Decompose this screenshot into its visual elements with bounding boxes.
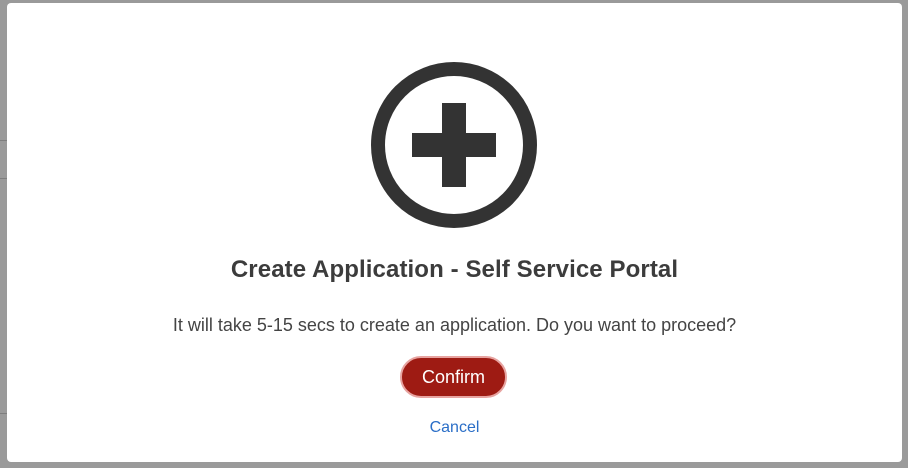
- confirm-button[interactable]: Confirm: [400, 356, 507, 398]
- cancel-link[interactable]: Cancel: [7, 419, 902, 437]
- plus-circle-icon: [371, 62, 537, 228]
- create-application-dialog: Create Application - Self Service Portal…: [7, 3, 902, 462]
- dialog-message: It will take 5-15 secs to create an appl…: [172, 315, 737, 335]
- dialog-title: Create Application - Self Service Portal: [230, 256, 679, 283]
